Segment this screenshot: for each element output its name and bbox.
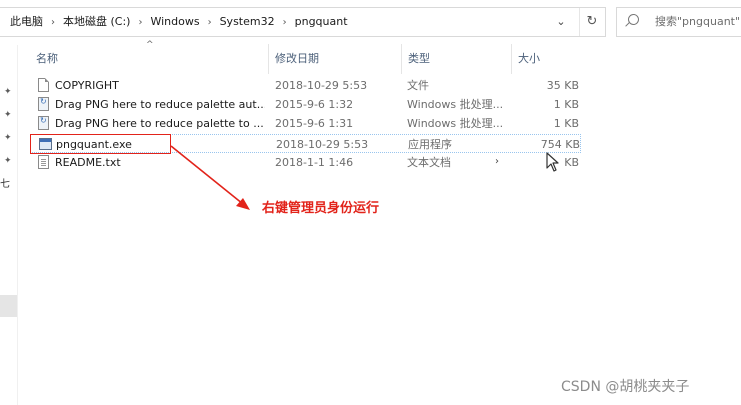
batch-file-icon bbox=[38, 116, 49, 130]
pin-icon[interactable]: ✦ bbox=[4, 133, 12, 143]
column-header-size[interactable]: 大小 bbox=[518, 46, 578, 72]
file-size: KB bbox=[564, 156, 579, 169]
refresh-icon[interactable]: ↻ bbox=[579, 8, 604, 36]
file-size: 754 KB bbox=[540, 138, 580, 151]
file-type: 文本文档 bbox=[407, 156, 451, 169]
file-size: 1 KB bbox=[553, 117, 579, 130]
breadcrumb-separator[interactable]: › bbox=[283, 9, 287, 37]
file-type: Windows 批处理... bbox=[407, 98, 504, 111]
annotation-label: 右键管理员身份运行 bbox=[262, 201, 380, 216]
breadcrumb-separator[interactable]: › bbox=[208, 9, 212, 37]
file-size: 1 KB bbox=[553, 98, 579, 111]
file-date: 2015-9-6 1:31 bbox=[275, 117, 354, 130]
search-icon bbox=[628, 14, 639, 25]
pin-icon[interactable]: ✦ bbox=[4, 87, 12, 97]
column-divider[interactable] bbox=[268, 44, 269, 74]
breadcrumb-pngquant[interactable]: pngquant bbox=[295, 8, 348, 36]
file-date: 2018-10-29 5:53 bbox=[275, 79, 368, 92]
column-divider[interactable] bbox=[511, 44, 512, 74]
search-placeholder: 搜索"pngquant" bbox=[655, 15, 741, 28]
file-date: 2015-9-6 1:32 bbox=[275, 98, 354, 111]
column-header-date[interactable]: 修改日期 bbox=[275, 46, 395, 72]
column-divider[interactable] bbox=[401, 44, 402, 74]
file-row[interactable]: Drag PNG here to reduce palette to ... 2… bbox=[30, 114, 581, 133]
column-header-type[interactable]: 类型 bbox=[408, 46, 508, 72]
column-header-name[interactable]: 名称 bbox=[36, 46, 266, 72]
file-name: Drag PNG here to reduce palette to ... bbox=[55, 117, 264, 130]
nav-item-selected[interactable] bbox=[0, 295, 17, 317]
highlight-box bbox=[30, 134, 171, 154]
breadcrumb: 此电脑 › 本地磁盘 (C:) › Windows › System32 › pngquant bbox=[10, 8, 348, 36]
breadcrumb-system32[interactable]: System32 bbox=[220, 8, 275, 36]
file-name: README.txt bbox=[55, 156, 121, 169]
file-type: 应用程序 bbox=[408, 138, 452, 151]
nav-item-label[interactable]: 七 bbox=[0, 175, 10, 190]
breadcrumb-local-disk[interactable]: 本地磁盘 (C:) bbox=[63, 8, 130, 36]
text-file-icon bbox=[38, 155, 49, 169]
watermark: CSDN @胡桃夹夹子 bbox=[561, 379, 690, 395]
file-type: 文件 bbox=[407, 79, 429, 92]
file-date: 2018-10-29 5:53 bbox=[276, 138, 369, 151]
file-type: Windows 批处理... bbox=[407, 117, 504, 130]
pin-icon[interactable]: ✦ bbox=[4, 110, 12, 120]
search-input[interactable]: 搜索"pngquant" bbox=[616, 7, 741, 37]
file-size: 35 KB bbox=[546, 79, 579, 92]
document-icon bbox=[38, 78, 49, 92]
breadcrumb-windows[interactable]: Windows bbox=[150, 8, 199, 36]
address-bar[interactable]: 此电脑 › 本地磁盘 (C:) › Windows › System32 › pngquant … bbox=[0, 7, 606, 37]
chevron-down-icon[interactable]: ⌄ bbox=[552, 8, 570, 36]
mouse-cursor-icon bbox=[546, 152, 559, 172]
file-row[interactable]: COPYRIGHT 2018-10-29 5:53 文件 35 KB bbox=[30, 76, 581, 95]
file-row[interactable]: Drag PNG here to reduce palette aut... 2… bbox=[30, 95, 581, 114]
breadcrumb-separator[interactable]: › bbox=[51, 9, 55, 37]
pin-icon[interactable]: ✦ bbox=[4, 156, 12, 166]
breadcrumb-separator[interactable]: › bbox=[138, 9, 142, 37]
navigation-pane: ✦ ✦ ✦ ✦ 七 bbox=[0, 45, 18, 405]
batch-file-icon bbox=[38, 97, 49, 111]
chevron-right-icon: › bbox=[495, 156, 499, 167]
file-date: 2018-1-1 1:46 bbox=[275, 156, 354, 169]
file-name: Drag PNG here to reduce palette aut... bbox=[55, 98, 265, 111]
breadcrumb-this-pc[interactable]: 此电脑 bbox=[10, 8, 43, 36]
file-name: COPYRIGHT bbox=[55, 79, 119, 92]
